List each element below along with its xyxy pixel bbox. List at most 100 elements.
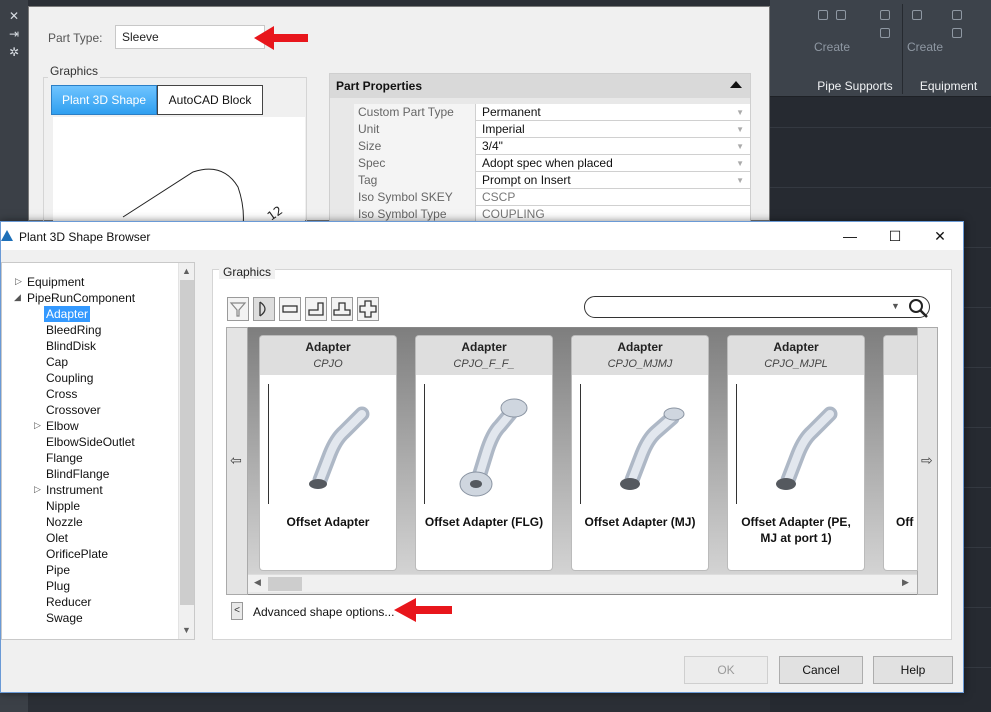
chevron-down-icon[interactable]: ▼ <box>736 159 744 168</box>
tree-item[interactable]: ElbowSideOutlet <box>46 434 135 450</box>
end-type-button[interactable] <box>253 297 275 321</box>
advanced-options-toggle[interactable]: < <box>231 602 243 620</box>
collapse-icon[interactable]: ◢ <box>14 292 21 303</box>
pipe-support-icon[interactable] <box>836 10 846 20</box>
close-icon[interactable]: ✕ <box>6 8 22 24</box>
tree-item-piperuncomponent[interactable]: PipeRunComponent <box>27 290 135 306</box>
scroll-down-icon[interactable]: ▼ <box>182 625 191 635</box>
tree-item[interactable]: Instrument <box>46 482 103 498</box>
chevron-down-icon[interactable]: ▼ <box>736 176 744 185</box>
card-code: CPJO <box>313 358 343 370</box>
tree-item[interactable]: Crossover <box>46 402 101 418</box>
card-code: CPJO_MJPL <box>764 358 828 370</box>
tree-scrollbar[interactable]: ▲ ▼ <box>178 263 194 639</box>
property-row[interactable]: Spec Adopt spec when placed ▼ <box>354 155 750 172</box>
shape-card[interactable]: Adapter CPJO_MJPL Offset Adapter (PE, MJ… <box>728 336 864 570</box>
gallery-scrollbar[interactable]: ◀ ▶ <box>248 574 917 592</box>
filter-button[interactable] <box>227 297 249 321</box>
tree-item[interactable]: BlindFlange <box>46 466 109 482</box>
tree-item[interactable]: OrificePlate <box>46 546 108 562</box>
tee-shape-icon <box>333 302 351 316</box>
tree-item[interactable]: Flange <box>46 450 83 466</box>
tree-item[interactable]: Coupling <box>46 370 93 386</box>
pin-icon[interactable]: ⇥ <box>6 26 22 42</box>
create-equipment-button[interactable]: Create <box>907 40 943 54</box>
property-row[interactable]: Custom Part Type Permanent ▼ <box>354 104 750 121</box>
part-type-field[interactable]: Sleeve <box>115 25 265 49</box>
tree-item[interactable]: Plug <box>46 578 70 594</box>
equipment-tool-icon[interactable] <box>952 28 962 38</box>
end-type-icon <box>259 301 266 317</box>
help-button[interactable]: Help <box>873 656 953 684</box>
chevron-down-icon[interactable]: ▼ <box>891 301 900 311</box>
scrollbar-thumb[interactable] <box>268 577 302 591</box>
tee-shape-button[interactable] <box>331 297 353 321</box>
card-category: Adapter <box>773 340 819 354</box>
minimize-button[interactable]: — <box>835 226 865 246</box>
elbow-shape-button[interactable] <box>305 297 327 321</box>
inline-shape-button[interactable] <box>279 297 301 321</box>
arrow-left-icon: ⇦ <box>230 452 242 468</box>
tree-item[interactable]: Reducer <box>46 594 91 610</box>
graphics-label: Graphics <box>48 64 101 78</box>
tree-item[interactable]: Elbow <box>46 418 79 434</box>
create-support-button[interactable]: Create <box>814 40 850 54</box>
settings-icon[interactable]: ✲ <box>6 44 22 60</box>
gallery-prev-button[interactable]: ⇦ <box>226 327 248 595</box>
support-tool-icon[interactable] <box>880 10 890 20</box>
pipe-support-icon[interactable] <box>818 10 828 20</box>
collapse-icon[interactable] <box>730 81 742 88</box>
shape-card[interactable]: Adapter CPJO_MJMJ Offset Adapter (MJ) <box>572 336 708 570</box>
expand-icon[interactable]: ▷ <box>34 420 41 431</box>
equipment-tool-icon[interactable] <box>952 10 962 20</box>
cross-shape-icon <box>359 300 377 318</box>
part-properties-header[interactable]: Part Properties <box>330 74 750 98</box>
ok-button[interactable]: OK <box>684 656 768 684</box>
tree-item[interactable]: Cap <box>46 354 68 370</box>
scrollbar-thumb[interactable] <box>180 280 194 605</box>
chevron-down-icon[interactable]: ▼ <box>736 142 744 151</box>
tree-item[interactable]: BleedRing <box>46 322 101 338</box>
tree-item[interactable]: Cross <box>46 386 77 402</box>
category-tree[interactable]: ▷ Equipment ◢ PipeRunComponent Adapter B… <box>1 262 195 640</box>
shape-browser-dialog: Plant 3D Shape Browser — ☐ ✕ ▷ Equipment… <box>0 221 964 693</box>
equipment-icon[interactable] <box>912 10 922 20</box>
property-row[interactable]: Tag Prompt on Insert ▼ <box>354 172 750 189</box>
scroll-up-icon[interactable]: ▲ <box>182 266 191 276</box>
tree-item[interactable]: Olet <box>46 530 68 546</box>
property-row[interactable]: Unit Imperial ▼ <box>354 121 750 138</box>
tree-item[interactable]: Pipe <box>46 562 70 578</box>
card-category: Adapter <box>461 340 507 354</box>
tree-item-equipment[interactable]: Equipment <box>27 274 84 290</box>
expand-icon[interactable]: ▷ <box>15 276 22 287</box>
close-button[interactable]: ✕ <box>925 226 955 246</box>
cross-shape-button[interactable] <box>357 297 379 321</box>
shape-card[interactable]: Adapter CPJO Offset Adapter <box>260 336 396 570</box>
search-input[interactable] <box>584 296 930 318</box>
tab-plant-3d-shape[interactable]: Plant 3D Shape <box>51 85 157 115</box>
tree-item[interactable]: Swage <box>46 610 83 626</box>
chevron-down-icon[interactable]: ▼ <box>736 125 744 134</box>
property-row[interactable]: Size 3/4" ▼ <box>354 138 750 155</box>
search-icon[interactable] <box>907 297 929 319</box>
advanced-options-label[interactable]: Advanced shape options... <box>253 605 394 619</box>
expand-icon[interactable]: ▷ <box>34 484 41 495</box>
tree-item[interactable]: Nozzle <box>46 514 83 530</box>
shape-card[interactable]: Off <box>884 336 917 570</box>
gallery-next-button[interactable]: ⇨ <box>917 327 938 595</box>
part-properties-dialog: Part Type: Sleeve Graphics Plant 3D Shap… <box>28 6 770 228</box>
shape-card[interactable]: Adapter CPJO_F_F_ Offset Adapter (FLG) <box>416 336 552 570</box>
chevron-down-icon[interactable]: ▼ <box>736 108 744 117</box>
graphics-label: Graphics <box>219 265 276 279</box>
tree-item[interactable]: Nipple <box>46 498 80 514</box>
scroll-right-icon[interactable]: ▶ <box>902 577 909 588</box>
scroll-left-icon[interactable]: ◀ <box>254 577 261 588</box>
tree-item-adapter[interactable]: Adapter <box>44 306 91 322</box>
tree-item[interactable]: BlindDisk <box>46 338 96 354</box>
card-code: CPJO_MJMJ <box>607 358 673 370</box>
maximize-button[interactable]: ☐ <box>880 226 910 246</box>
offset-adapter-mj-image <box>620 407 685 490</box>
cancel-button[interactable]: Cancel <box>779 656 863 684</box>
support-tool-icon[interactable] <box>880 28 890 38</box>
tab-autocad-block[interactable]: AutoCAD Block <box>157 85 263 115</box>
